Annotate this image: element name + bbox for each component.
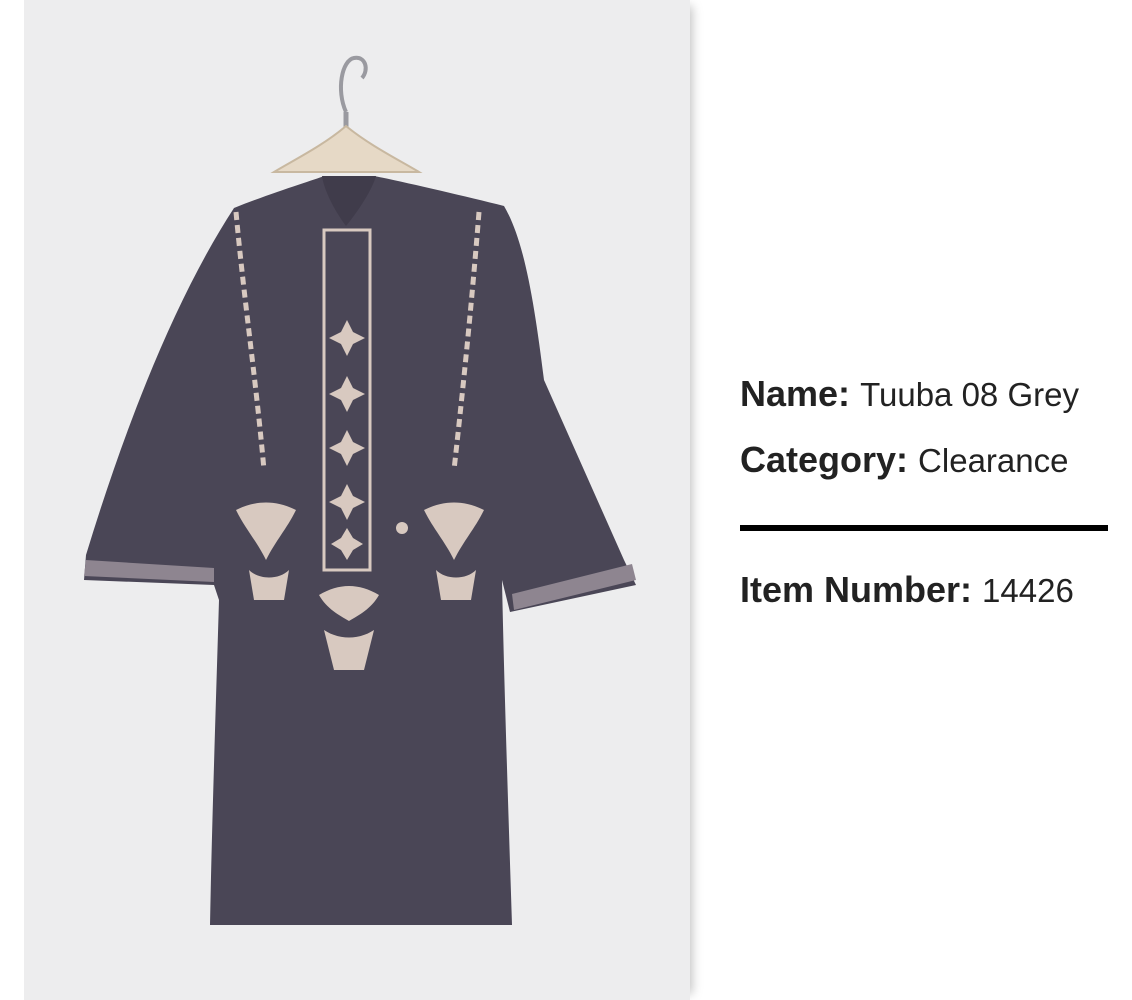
kurta-illustration: [84, 55, 636, 925]
hanger: [270, 55, 423, 173]
category-value: Clearance: [918, 442, 1069, 479]
product-name-row: Name: Tuuba 08 Grey: [740, 372, 1079, 415]
item-number-label: Item Number:: [740, 569, 973, 610]
item-number-value: 14426: [982, 572, 1074, 609]
name-value: Tuuba 08 Grey: [860, 376, 1079, 413]
kurta: [84, 176, 636, 925]
product-image: [24, 0, 690, 1000]
name-label: Name:: [740, 373, 851, 414]
item-number-row: Item Number: 14426: [740, 568, 1074, 611]
product-category-row: Category: Clearance: [740, 438, 1068, 481]
divider: [740, 525, 1108, 531]
category-label: Category:: [740, 439, 909, 480]
